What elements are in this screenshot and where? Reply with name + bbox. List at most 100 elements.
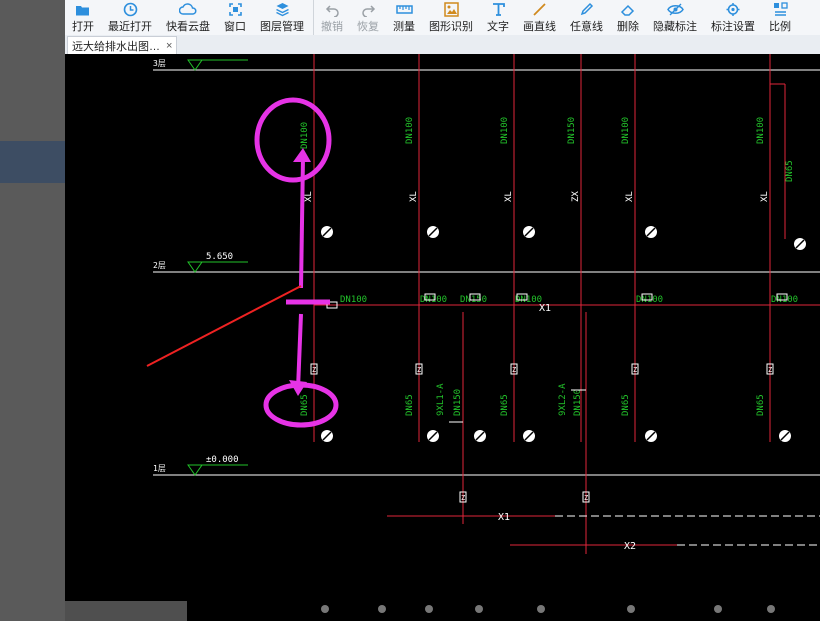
pipe-size-label: DN65 (756, 394, 766, 416)
valve-mark: Z (312, 366, 316, 374)
pipe-size-label: DN65 (621, 394, 631, 416)
annotation-red-arrow (146, 285, 302, 367)
redo-icon (361, 1, 376, 18)
riser-id: 9XL1-A (436, 383, 446, 416)
ruler-icon (395, 1, 413, 18)
riser-code: ZX (571, 191, 581, 202)
elevation-text: ±0.000 (206, 455, 239, 465)
toolbar-button-line[interactable]: 画直线 (516, 0, 563, 35)
layers-icon (275, 1, 290, 18)
toolbar-button-pencil[interactable]: 任意线 (563, 0, 610, 35)
annotation-arrow-down (296, 313, 303, 390)
partial-symbol (475, 605, 483, 613)
partial-symbol (321, 605, 329, 613)
toolbar-button-folder-open[interactable]: 打开 (65, 0, 101, 35)
annotation-arrow-up (299, 156, 305, 289)
toolbar-label: 打开 (72, 21, 94, 33)
pencil-icon (579, 1, 594, 18)
toolbar-button-scale[interactable]: 比例 (762, 0, 798, 35)
toolbar: 打开 最近打开 快看云盘 窗口 图层管理 撤销 恢复 测量 图形识别 文字 画直线 任意线 删除 隐藏标注… (65, 0, 820, 36)
line-icon (532, 1, 547, 18)
eraser-icon (620, 1, 636, 18)
scale-icon (773, 1, 788, 18)
toolbar-label: 隐藏标注 (653, 21, 697, 33)
riser-code: XL (760, 191, 770, 202)
partial-symbol (627, 605, 635, 613)
left-panel-selected-item[interactable] (0, 141, 65, 183)
valve-mark: Z (584, 494, 588, 502)
toolbar-label: 文字 (487, 21, 509, 33)
toolbar-label: 比例 (769, 21, 791, 33)
toolbar-button-layers[interactable]: 图层管理 (253, 0, 311, 35)
toolbar-button-eye[interactable]: 隐藏标注 (646, 0, 704, 35)
toolbar-label: 测量 (393, 21, 415, 33)
toolbar-button-image-recognize[interactable]: 图形识别 (422, 0, 480, 35)
partial-symbol (378, 605, 386, 613)
status-bar (65, 601, 187, 621)
elevation-text: 5.650 (206, 252, 233, 262)
tab-drawing[interactable]: 远大给排水出图… × (67, 36, 178, 54)
floor-mark: 3层 (153, 59, 166, 68)
partial-symbol (537, 605, 545, 613)
pipe-size-label: DN100 (621, 117, 631, 144)
riser-code: XL (304, 191, 314, 202)
valve-mark: Z (417, 366, 421, 374)
riser-code: XL (625, 191, 635, 202)
toolbar-label: 图形识别 (429, 21, 473, 33)
pipe-tag: X1 (498, 512, 510, 523)
undo-icon (325, 1, 340, 18)
pipe-size-label: DN65 (405, 394, 415, 416)
toolbar-label: 标注设置 (711, 21, 755, 33)
toolbar-button-clock[interactable]: 最近打开 (101, 0, 159, 35)
tab-title: 远大给排水出图… (72, 40, 160, 53)
main-pipe-tag: X1 (539, 303, 551, 314)
image-recognize-icon (443, 1, 459, 18)
partial-symbol (425, 605, 433, 613)
riser-code: XL (504, 191, 514, 202)
pipe-size-label: DN100 (300, 122, 310, 149)
valve-mark: Z (633, 366, 637, 374)
valve-mark: Z (512, 366, 516, 374)
annotation-settings-icon (725, 1, 741, 18)
drawing-canvas[interactable]: 3层 2层 5.650 1层 ±0.000 DN100 DN100 DN100 DN150 DN1… (65, 54, 820, 621)
elevation-marker (187, 59, 203, 71)
toolbar-label: 快看云盘 (166, 21, 210, 33)
toolbar-button-undo[interactable]: 撤销 (313, 0, 350, 35)
left-panel (0, 0, 65, 621)
pipe-size-label: DN65 (500, 394, 510, 416)
toolbar-label: 恢复 (357, 21, 379, 33)
close-icon[interactable]: × (166, 40, 172, 52)
toolbar-button-eraser[interactable]: 删除 (610, 0, 646, 35)
valve-mark: Z (768, 366, 772, 374)
pipe-size-label: DN150 (567, 117, 577, 144)
pipe-size-label: DN100 (405, 117, 415, 144)
toolbar-label: 任意线 (570, 21, 603, 33)
pipe-tag: X2 (624, 541, 636, 552)
toolbar-label: 最近打开 (108, 21, 152, 33)
toolbar-button-window[interactable]: 窗口 (217, 0, 253, 35)
toolbar-label: 窗口 (224, 21, 246, 33)
riser-id: 9XL2-A (558, 383, 568, 416)
cloud-icon (179, 1, 197, 18)
valve-mark: Z (461, 494, 465, 502)
partial-symbol (714, 605, 722, 613)
toolbar-button-text[interactable]: 文字 (480, 0, 516, 35)
tab-bar: 远大给排水出图… × (65, 35, 820, 55)
toolbar-button-cloud[interactable]: 快看云盘 (159, 0, 217, 35)
toolbar-label: 撤销 (321, 21, 343, 33)
riser-code: XL (409, 191, 419, 202)
toolbar-label: 删除 (617, 21, 639, 33)
header-size-label: DN100 (340, 295, 367, 305)
pipe-size-label: DN100 (500, 117, 510, 144)
toolbar-label: 图层管理 (260, 21, 304, 33)
elevation-marker (187, 464, 203, 476)
annotation-circle-upper (254, 97, 332, 183)
folder-open-icon (75, 1, 91, 18)
toolbar-button-ruler[interactable]: 测量 (386, 0, 422, 35)
pipe-size-label: DN65 (785, 160, 795, 182)
toolbar-button-annotation-settings[interactable]: 标注设置 (704, 0, 762, 35)
partial-symbol (767, 605, 775, 613)
pipe-size-label: DN100 (756, 117, 766, 144)
toolbar-button-redo[interactable]: 恢复 (350, 0, 386, 35)
pipe-size-label: DN65 (300, 394, 310, 416)
